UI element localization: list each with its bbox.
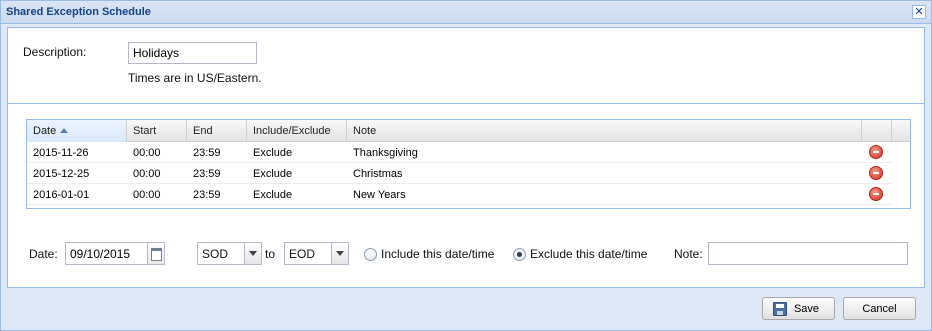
cell-note: Christmas (353, 168, 403, 180)
start-time-select[interactable]: SOD (197, 242, 262, 265)
cell-include-exclude: Exclude (253, 168, 293, 180)
column-header-date[interactable]: Date (27, 120, 127, 142)
cell-note: Thanksgiving (353, 147, 418, 159)
column-header-start[interactable]: Start (127, 120, 187, 142)
cancel-button[interactable]: Cancel (843, 297, 916, 320)
exceptions-panel: Date Start End Include/Exclude Note 2015… (7, 103, 925, 288)
include-radio[interactable] (364, 248, 377, 261)
description-input[interactable] (128, 42, 257, 64)
save-button[interactable]: Save (762, 297, 835, 320)
cell-date: 2015-11-26 (33, 147, 89, 159)
remove-icon[interactable] (869, 187, 883, 201)
sort-ascending-icon (60, 128, 69, 133)
cell-note: New Years (353, 189, 406, 201)
date-input[interactable] (65, 242, 148, 265)
end-time-value: EOD (289, 247, 316, 261)
include-label[interactable]: Include this date/time (381, 247, 494, 261)
cell-start: 00:00 (133, 189, 161, 201)
exclude-label[interactable]: Exclude this date/time (530, 247, 647, 261)
cell-include-exclude: Exclude (253, 189, 293, 201)
column-header-end[interactable]: End (187, 120, 247, 142)
cell-end: 23:59 (193, 168, 221, 180)
close-icon[interactable]: ✕ (912, 5, 926, 19)
to-label: to (265, 247, 276, 261)
cell-date: 2015-12-25 (33, 168, 90, 180)
column-header-actions (862, 120, 892, 142)
cell-end: 23:59 (193, 189, 221, 201)
note-input[interactable] (708, 242, 908, 265)
exceptions-grid: Date Start End Include/Exclude Note 2015… (26, 119, 911, 209)
column-header-note[interactable]: Note (347, 120, 862, 142)
table-row[interactable]: 2015-11-26 00:00 23:59 Exclude Thanksgiv… (27, 142, 892, 163)
date-label: Date: (29, 247, 58, 261)
cell-include-exclude: Exclude (253, 147, 293, 159)
note-label: Note: (674, 247, 703, 261)
grid-header: Date Start End Include/Exclude Note (27, 120, 910, 142)
save-icon (773, 302, 787, 316)
dialog-title: Shared Exception Schedule (6, 6, 151, 18)
cell-start: 00:00 (133, 168, 161, 180)
column-header-date-label: Date (33, 125, 57, 137)
exception-schedule-dialog: Shared Exception Schedule ✕ Description:… (0, 0, 932, 331)
cell-date: 2016-01-01 (33, 189, 90, 201)
remove-icon[interactable] (869, 166, 883, 180)
end-time-select[interactable]: EOD (284, 242, 349, 265)
chevron-down-icon[interactable] (331, 243, 348, 264)
dialog-titlebar[interactable]: Shared Exception Schedule ✕ (1, 1, 931, 24)
description-label: Description: (23, 45, 87, 59)
column-header-include-exclude[interactable]: Include/Exclude (247, 120, 347, 142)
exclude-radio[interactable] (513, 248, 526, 261)
calendar-icon[interactable] (148, 242, 165, 265)
save-button-label: Save (793, 303, 820, 315)
cell-start: 00:00 (133, 147, 161, 159)
remove-icon[interactable] (869, 145, 883, 159)
table-row[interactable]: 2016-01-01 00:00 23:59 Exclude New Years (27, 184, 892, 205)
cell-end: 23:59 (193, 147, 221, 159)
start-time-value: SOD (202, 247, 229, 261)
description-panel: Description: Times are in US/Eastern. (7, 27, 925, 103)
table-row[interactable]: 2015-12-25 00:00 23:59 Exclude Christmas (27, 163, 892, 184)
chevron-down-icon[interactable] (244, 243, 261, 264)
timezone-note: Times are in US/Eastern. (128, 71, 262, 85)
